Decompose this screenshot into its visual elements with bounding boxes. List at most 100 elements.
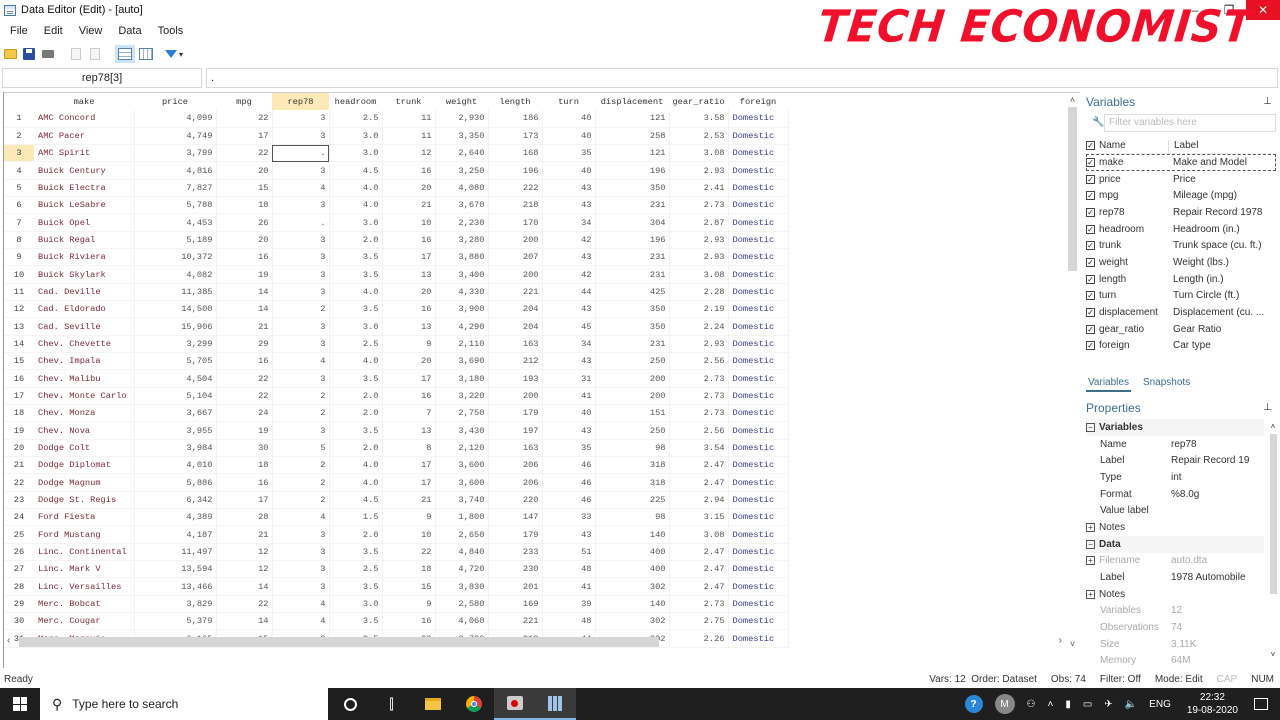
cell-headroom[interactable]: 4.0 [329,283,383,302]
cell-headroom[interactable]: 2.0 [329,387,383,406]
cell-rep78[interactable]: 3 [272,560,330,579]
row-number[interactable]: 8 [4,231,34,250]
cell-price[interactable]: 4,187 [134,525,217,544]
cell-foreign[interactable]: Domestic [728,421,789,440]
cell-length[interactable]: 212 [488,352,543,371]
cell-foreign[interactable]: Domestic [728,439,789,458]
cell-trunk[interactable]: 18 [382,560,436,579]
cell-rep78[interactable]: 4 [272,612,330,631]
cell-trunk[interactable]: 11 [382,127,436,146]
task-view-button[interactable]: ⫿ [371,688,412,720]
cell-length[interactable]: 163 [488,439,543,458]
cell-displacement[interactable]: 200 [595,369,670,388]
cell-make[interactable]: Cad. Eldorado [34,300,135,319]
data-browser-button[interactable] [138,46,154,62]
cell-trunk[interactable]: 9 [382,335,436,354]
cell-make[interactable]: Buick LeSabre [34,196,135,215]
cell-turn[interactable]: 31 [542,369,596,388]
cell-mpg[interactable]: 20 [216,231,273,250]
cell-turn[interactable]: 34 [542,335,596,354]
property-data[interactable]: − Data [1086,535,1264,553]
cell-price[interactable]: 5,379 [134,612,217,631]
cell-displacement[interactable]: 350 [595,179,670,198]
cell-weight[interactable]: 3,830 [435,577,489,596]
airplane-mode-icon[interactable]: ✈ [1104,699,1112,710]
cell-make[interactable]: AMC Spirit [34,144,135,163]
cell-price[interactable]: 5,104 [134,387,217,406]
cell-mpg[interactable]: 22 [216,387,273,406]
cell-make[interactable]: Chev. Impala [34,352,135,371]
cell-price[interactable]: 5,705 [134,352,217,371]
menu-data[interactable]: Data [118,25,141,37]
cell-mpg[interactable]: 17 [216,127,273,146]
cell-rep78[interactable]: 3 [272,421,330,440]
cell-rep78[interactable]: 3 [272,231,330,250]
variable-checkbox[interactable]: ✓ [1086,224,1095,234]
cell-length[interactable]: 173 [488,127,543,146]
scroll-up-icon[interactable]: ˄ [1065,95,1080,105]
cell-weight[interactable]: 2,230 [435,213,489,232]
cell-mpg[interactable]: 19 [216,265,273,284]
cell-headroom[interactable]: 4.0 [329,473,383,492]
cell-gear_ratio[interactable]: 3.58 [669,110,729,128]
cell-weight[interactable]: 3,400 [435,265,489,284]
cell-price[interactable]: 11,385 [134,283,217,302]
cell-foreign[interactable]: Domestic [728,577,789,596]
cell-displacement[interactable]: 350 [595,300,670,319]
cell-displacement[interactable]: 304 [595,213,670,232]
cell-length[interactable]: 169 [488,595,543,614]
people-icon[interactable]: ⚇ [1027,699,1036,710]
cell-mpg[interactable]: 16 [216,352,273,371]
battery-icon[interactable]: ▭ [1083,699,1092,710]
cell-headroom[interactable]: 2.0 [329,231,383,250]
variable-item-mpg[interactable]: ✓ mpg Mileage (mpg) [1086,187,1276,204]
clock[interactable]: 22:32 19-08-2020 [1187,691,1238,717]
variable-item-trunk[interactable]: ✓ trunk Trunk space (cu. ft.) [1086,237,1276,254]
row-number[interactable]: 14 [4,335,34,354]
cell-rep78[interactable]: 3 [272,110,330,128]
cell-foreign[interactable]: Domestic [728,300,789,319]
cell-turn[interactable]: 43 [542,421,596,440]
microphone-icon[interactable]: ▮ [1065,699,1071,710]
cell-displacement[interactable]: 225 [595,491,670,510]
cell-gear_ratio[interactable]: 2.75 [669,612,729,631]
row-number[interactable]: 27 [4,560,34,579]
row-number[interactable]: 28 [4,577,34,596]
cell-weight[interactable]: 4,840 [435,543,489,562]
cell-turn[interactable]: 46 [542,491,596,510]
cell-weight[interactable]: 3,180 [435,369,489,388]
cell-mpg[interactable]: 29 [216,335,273,354]
vertical-scrollbar[interactable]: ˄ ˅ [1065,93,1080,651]
cell-price[interactable]: 6,342 [134,491,217,510]
cell-weight[interactable]: 2,120 [435,439,489,458]
cell-trunk[interactable]: 17 [382,456,436,475]
scroll-down-icon[interactable]: ˅ [1065,639,1080,649]
cell-headroom[interactable]: 3.5 [329,421,383,440]
cell-length[interactable]: 201 [488,577,543,596]
scroll-left-icon[interactable]: ‹ [7,635,10,646]
cell-headroom[interactable]: 3.5 [329,248,383,267]
cell-make[interactable]: Ford Mustang [34,525,135,544]
cell-length[interactable]: 170 [488,213,543,232]
cell-length[interactable]: 222 [488,179,543,198]
cell-mpg[interactable]: 14 [216,612,273,631]
column-header-mpg[interactable]: mpg [216,93,272,110]
minimize-button[interactable]: – [1178,0,1212,20]
filter-variables-input[interactable]: Filter variables here [1104,114,1276,132]
cell-make[interactable]: Buick Skylark [34,265,135,284]
copy-button[interactable] [68,46,84,62]
cell-foreign[interactable]: Domestic [728,543,789,562]
cell-displacement[interactable]: 140 [595,525,670,544]
menu-edit[interactable]: Edit [44,25,63,37]
cell-mpg[interactable]: 16 [216,473,273,492]
cell-make[interactable]: Chev. Malibu [34,369,135,388]
cell-turn[interactable]: 42 [542,265,596,284]
properties-scrollbar[interactable]: ˄ ˅ [1268,422,1278,662]
cell-turn[interactable]: 42 [542,231,596,250]
row-number[interactable]: 19 [4,421,34,440]
cell-weight[interactable]: 2,930 [435,110,489,128]
variable-checkbox[interactable]: ✓ [1086,241,1095,251]
cell-length[interactable]: 197 [488,421,543,440]
horizontal-scrollbar[interactable]: ‹ › [4,635,1066,649]
cell-headroom[interactable]: 2.5 [329,335,383,354]
